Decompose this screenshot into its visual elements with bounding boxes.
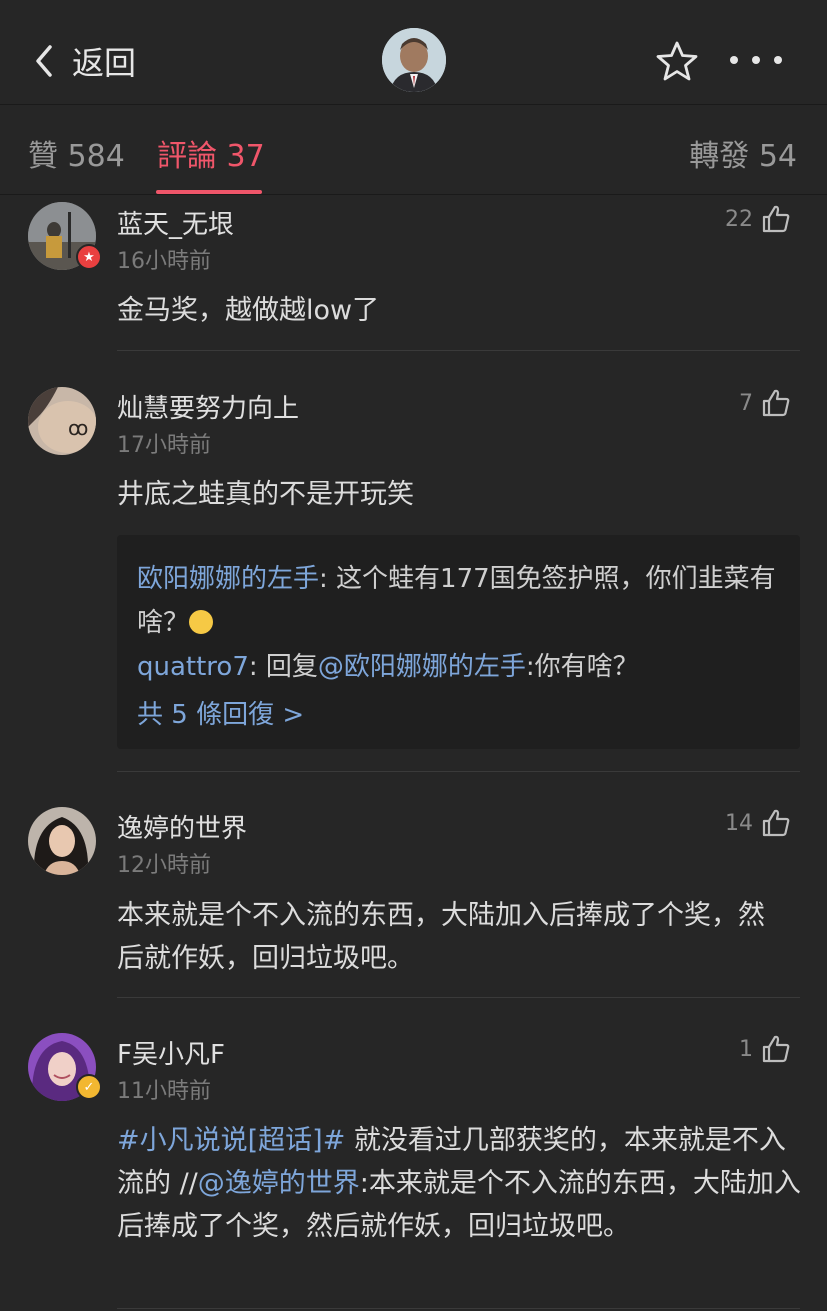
like-count: 14 [725,810,753,836]
tab-reposts[interactable]: 轉發 54 [689,131,797,175]
avatar-image: ꝏ [28,387,96,455]
reply-text: :你有啥？ [525,652,639,682]
divider [117,1308,800,1309]
reply-preview-box[interactable]: 欧阳娜娜的左手: 这个蛙有177国免签护照，你们韭菜有啥？ quattro7: … [117,535,800,749]
comment-text: 本来就是个不入流的东西，大陆加入后捧成了个奖，然后就作妖，回归垃圾吧。 [117,900,765,974]
svg-text:ꝏ: ꝏ [68,416,88,440]
comment-author[interactable]: 逸婷的世界 [117,808,247,845]
reply-item: quattro7: 回复@欧阳娜娜的左手:你有啥？ [137,645,780,689]
dot [774,56,782,64]
topic-hashtag-link[interactable]: #小凡说说[超话]# [117,1125,345,1156]
active-tab-indicator [156,190,262,194]
dot [752,56,760,64]
like-count: 22 [725,206,753,232]
author-avatar[interactable] [382,28,446,92]
comment-time: 12小時前 [117,853,211,878]
thumbs-up-icon [762,205,790,233]
like-button[interactable]: 7 [739,388,791,418]
more-options-icon[interactable] [730,50,782,70]
verified-badge-icon: ✓ [76,1074,102,1100]
like-count: 1 [739,1036,753,1062]
top-bar: 返回 [0,0,827,105]
thumbs-up-icon [762,1035,790,1063]
back-button[interactable]: 返回 [30,38,136,84]
tab-comments[interactable]: 評論 37 [157,131,265,175]
avatar[interactable] [28,807,96,875]
reply-author-link[interactable]: 欧阳娜娜的左手 [137,564,319,594]
comment-time: 17小時前 [117,433,211,458]
like-count: 7 [739,390,753,416]
avatar[interactable]: ꝏ [28,387,96,455]
view-all-replies-link[interactable]: 共 5 條回復 > [137,693,780,737]
comment-author[interactable]: 蓝天_无垠 [117,204,234,241]
like-button[interactable]: 1 [739,1034,791,1064]
laughing-crying-emoji-icon [189,610,214,634]
comment-text: #小凡说说[超话]# 就没看过几部获奖的，本来就是不入流的 //@逸婷的世界:本… [117,1119,802,1248]
thumbs-up-icon [762,389,790,417]
comment-text: 金马奖，越做越low了 [117,295,380,326]
like-button[interactable]: 22 [725,204,791,234]
comment-time: 11小時前 [117,1079,211,1104]
avatar-image [28,807,96,875]
divider [117,350,800,351]
tab-likes[interactable]: 贊 584 [28,131,125,175]
thumbs-up-icon [762,809,790,837]
chevron-left-icon [36,45,52,77]
mention-link[interactable]: @逸婷的世界 [198,1168,360,1199]
mention-link[interactable]: @欧阳娜娜的左手 [318,652,526,682]
tab-bar: 贊 584 評論 37 轉發 54 [0,106,827,195]
comment-author[interactable]: 灿慧要努力向上 [117,388,299,425]
reply-item: 欧阳娜娜的左手: 这个蛙有177国免签护照，你们韭菜有啥？ [137,557,780,645]
comment-text: 井底之蛙真的不是开玩笑 [117,479,414,510]
back-label: 返回 [72,44,137,82]
reply-text: : 回复 [248,652,318,682]
verified-badge-icon: ★ [76,244,102,270]
divider [117,997,800,998]
comment-author[interactable]: F吴小凡F [117,1034,225,1071]
comment-time: 16小時前 [117,249,211,274]
dot [730,56,738,64]
divider [117,771,800,772]
star-icon[interactable] [655,40,699,82]
avatar-image [382,28,446,92]
reply-author-link[interactable]: quattro7 [137,652,249,682]
like-button[interactable]: 14 [725,808,791,838]
